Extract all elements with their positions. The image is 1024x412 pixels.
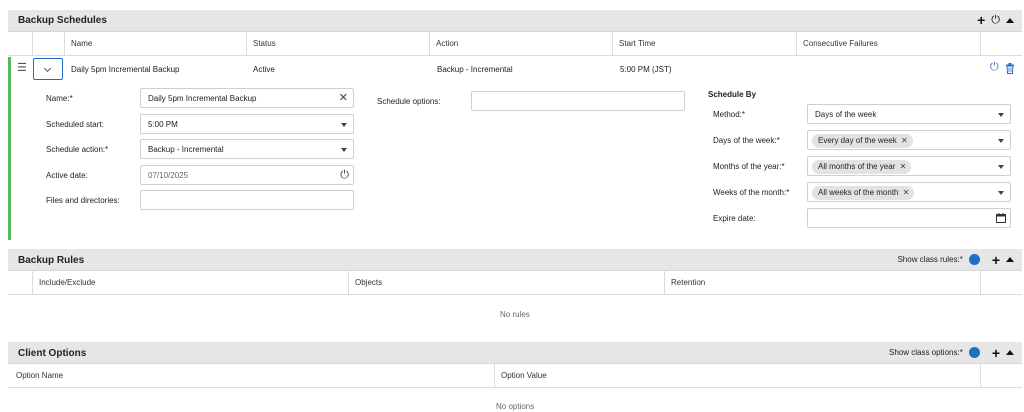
weeks-chip-label: All weeks of the month (818, 188, 899, 197)
row-name: Daily 5pm Incremental Backup (71, 65, 180, 74)
backup-schedules-title: Backup Schedules (18, 15, 107, 26)
method-value: Days of the week (815, 110, 877, 119)
col-actions (980, 364, 1022, 388)
col-include-exclude: Include/Exclude (32, 271, 348, 295)
col-action: Action (429, 32, 612, 56)
expire-label: Expire date: (713, 214, 756, 223)
row-start-time: 5:00 PM (JST) (620, 65, 672, 74)
col-status: Status (246, 32, 429, 56)
row-status: Active (253, 65, 275, 74)
show-class-rules-toggle[interactable] (968, 254, 980, 265)
chevron-down-icon (341, 148, 347, 152)
clear-icon[interactable]: ✕ (339, 92, 348, 104)
table-row[interactable]: ☰ Daily 5pm Incremental Backup Active Ba… (11, 57, 1022, 82)
method-select[interactable]: Days of the week (807, 104, 1011, 124)
col-actions (980, 271, 1022, 295)
col-option-value: Option Value (494, 364, 980, 388)
schedule-options-label: Schedule options: (377, 97, 441, 106)
calendar-icon[interactable] (996, 213, 1006, 223)
client-options-header: Client Options Show class options:* + (8, 342, 1022, 364)
add-option-icon[interactable]: + (992, 346, 1000, 360)
options-table-header: Option Name Option Value (8, 364, 1022, 388)
row-action: Backup - Incremental (437, 65, 513, 74)
client-options-title: Client Options (18, 348, 87, 359)
schedule-action-select[interactable]: Backup - Incremental (140, 139, 354, 159)
days-chip[interactable]: Every day of the week ✕ (812, 134, 913, 148)
active-date-value: 07/10/2025 (148, 171, 189, 180)
active-date-label: Active date: (46, 171, 88, 180)
expand-toggle-button[interactable] (33, 58, 63, 80)
name-field-value: Daily 5pm Incremental Backup (148, 94, 257, 103)
no-rules-message: No rules (500, 310, 530, 319)
collapse-caret-icon[interactable] (1006, 17, 1014, 23)
schedule-options-field[interactable] (471, 91, 685, 111)
chevron-down-icon (998, 191, 1004, 195)
files-label: Files and directories: (46, 196, 120, 205)
chevron-down-icon (998, 113, 1004, 117)
remove-chip-icon[interactable]: ✕ (900, 160, 907, 174)
months-chip-label: All months of the year (818, 162, 896, 171)
chevron-down-icon (998, 139, 1004, 143)
collapse-caret-icon[interactable] (1006, 350, 1014, 355)
row-marker (8, 57, 11, 240)
remove-chip-icon[interactable]: ✕ (903, 186, 910, 200)
weeks-select[interactable]: All weeks of the month ✕ (807, 182, 1011, 202)
add-schedule-icon[interactable]: + (977, 13, 985, 27)
days-label: Days of the week:* (713, 136, 780, 145)
col-name: Name (64, 32, 246, 56)
weeks-label: Weeks of the month:* (713, 188, 790, 197)
schedule-by-heading: Schedule By (708, 90, 757, 99)
show-class-rules-label: Show class rules:* (897, 255, 963, 264)
show-class-options-toggle[interactable] (968, 347, 980, 358)
backup-rules-header: Backup Rules Show class rules:* + (8, 249, 1022, 271)
days-chip-label: Every day of the week (818, 136, 897, 145)
select-col-header (8, 271, 32, 295)
power-icon[interactable]: ⏻ (340, 169, 349, 181)
show-class-options-label: Show class options:* (888, 348, 963, 357)
weeks-chip[interactable]: All weeks of the month ✕ (812, 186, 915, 200)
col-retention: Retention (664, 271, 980, 295)
months-select[interactable]: All months of the year ✕ (807, 156, 1011, 176)
files-field[interactable] (140, 190, 354, 210)
name-label: Name:* (46, 94, 73, 103)
add-rule-icon[interactable]: + (992, 253, 1000, 267)
schedules-table-header: Name Status Action Start Time Consecutiv… (8, 32, 1022, 56)
power-icon[interactable]: ⏻ (991, 15, 1000, 26)
scheduled-start-select[interactable]: 5:00 PM (140, 114, 354, 134)
backup-rules-title: Backup Rules (18, 255, 85, 266)
chevron-down-icon (43, 64, 52, 73)
col-consecutive-failures: Consecutive Failures (796, 32, 980, 56)
power-icon[interactable]: ⏻ (990, 62, 999, 73)
trash-icon[interactable] (1005, 63, 1015, 74)
chevron-down-icon (998, 165, 1004, 169)
days-select[interactable]: Every day of the week ✕ (807, 130, 1011, 150)
schedule-action-value: Backup - Incremental (148, 145, 224, 154)
method-label: Method:* (713, 110, 746, 119)
months-label: Months of the year:* (713, 162, 785, 171)
active-date-field[interactable]: 07/10/2025 ⏻ (140, 165, 354, 185)
backup-schedules-header: Backup Schedules + ⏻ (8, 10, 1022, 32)
col-objects: Objects (348, 271, 664, 295)
chevron-down-icon (341, 123, 347, 127)
collapse-caret-icon[interactable] (1006, 257, 1014, 262)
rules-table-header: Include/Exclude Objects Retention (8, 271, 1022, 295)
col-option-name: Option Name (16, 371, 64, 380)
scheduled-start-label: Scheduled start: (46, 120, 104, 129)
col-start-time: Start Time (612, 32, 796, 56)
remove-chip-icon[interactable]: ✕ (901, 134, 908, 148)
months-chip[interactable]: All months of the year ✕ (812, 160, 912, 174)
name-field[interactable]: Daily 5pm Incremental Backup ✕ (140, 88, 354, 108)
no-options-message: No options (496, 402, 535, 411)
drag-col-header (32, 32, 64, 56)
schedule-action-label: Schedule action:* (46, 145, 109, 154)
scheduled-start-value: 5:00 PM (148, 120, 178, 129)
drag-handle-icon[interactable]: ☰ (17, 63, 27, 74)
expire-date-field[interactable] (807, 208, 1011, 228)
col-actions (980, 32, 1022, 56)
